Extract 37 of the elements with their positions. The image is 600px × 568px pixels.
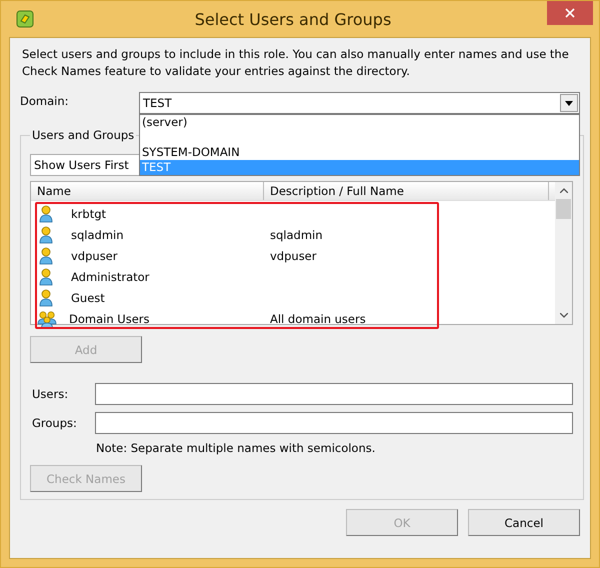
group-box-title: Users and Groups bbox=[31, 128, 136, 142]
table-cell: sqladmin bbox=[71, 228, 124, 242]
user-icon bbox=[39, 226, 53, 244]
table-cell: All domain users bbox=[270, 312, 366, 326]
app-icon bbox=[15, 9, 35, 29]
table-cell: Administrator bbox=[71, 270, 150, 284]
scrollbar[interactable] bbox=[555, 182, 572, 324]
table-cell: krbtgt bbox=[71, 206, 106, 220]
intro-text: Select users and groups to include in this role. You can also manually enter names and use the Check Names feature to validate your entries against the directory. bbox=[22, 46, 570, 80]
window-title: Select Users and Groups bbox=[194, 10, 392, 28]
column-header[interactable]: Name bbox=[31, 182, 264, 200]
note-text: Note: Separate multiple names with semicolons. bbox=[96, 441, 376, 455]
users-field[interactable] bbox=[95, 383, 573, 405]
user-icon bbox=[39, 246, 53, 264]
groups-field[interactable] bbox=[95, 412, 573, 434]
table-cell: Domain Users bbox=[69, 312, 150, 326]
cancel-button[interactable]: Cancel bbox=[468, 509, 580, 536]
table-cell: vdpuser bbox=[71, 248, 118, 262]
user-icon bbox=[39, 204, 53, 222]
scroll-thumb[interactable] bbox=[556, 199, 571, 219]
dropdown-option[interactable]: (server) bbox=[140, 115, 579, 145]
close-button[interactable] bbox=[547, 1, 593, 25]
scroll-up-icon bbox=[560, 188, 568, 193]
table-cell: sqladmin bbox=[270, 228, 323, 242]
scroll-down-icon bbox=[560, 313, 568, 318]
dropdown-arrow-icon bbox=[565, 100, 573, 106]
close-icon bbox=[565, 8, 575, 18]
group-icon bbox=[37, 310, 57, 328]
domain-label: Domain: bbox=[20, 93, 70, 110]
column-header[interactable]: Description / Full Name bbox=[264, 182, 549, 200]
users-label: Users: bbox=[31, 387, 70, 401]
groups-label: Groups: bbox=[31, 416, 78, 430]
user-icon bbox=[39, 288, 53, 306]
table-cell: Guest bbox=[71, 290, 105, 304]
table-cell: vdpuser bbox=[270, 248, 316, 262]
user-icon bbox=[39, 268, 53, 286]
dropdown-option[interactable]: SYSTEM-DOMAIN bbox=[140, 145, 579, 160]
